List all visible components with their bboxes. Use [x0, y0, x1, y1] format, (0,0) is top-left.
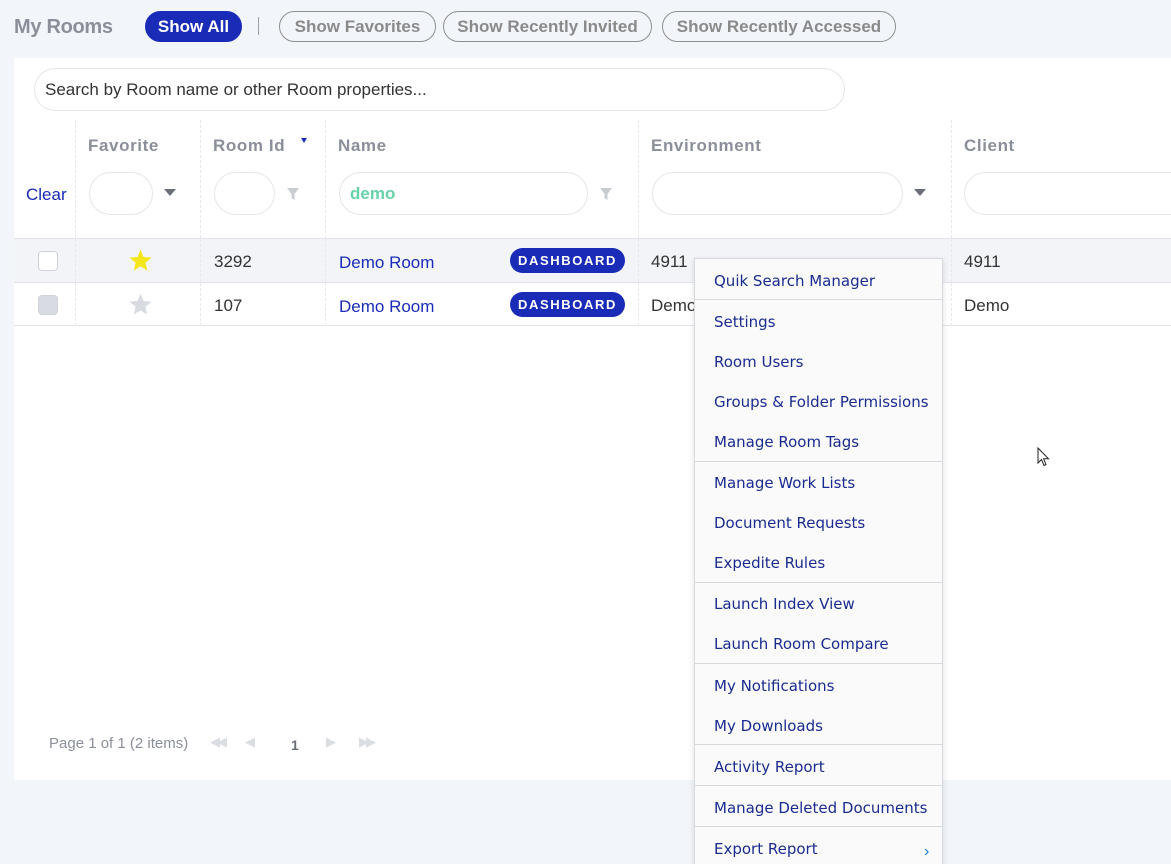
menu-item-manage-room-tags[interactable]: Manage Room Tags	[714, 433, 859, 451]
page-title: My Rooms	[14, 16, 113, 38]
first-page-icon[interactable]: ◀◀	[210, 734, 227, 750]
menu-item-manage-work-lists[interactable]: Manage Work Lists	[714, 474, 855, 492]
cell-divider	[325, 283, 326, 326]
star-icon[interactable]	[128, 248, 153, 273]
menu-item-groups-folder-permissions[interactable]: Groups & Folder Permissions	[714, 393, 929, 411]
menu-item-settings[interactable]: Settings	[714, 313, 776, 331]
chevron-right-icon: ›	[924, 843, 930, 860]
dashboard-button[interactable]: DASHBOARD	[510, 292, 625, 317]
cell-divider	[638, 283, 639, 326]
context-menu: Quik Search Manager Settings Room Users …	[694, 258, 943, 864]
next-page-icon[interactable]: ▶	[326, 734, 336, 750]
column-divider	[951, 120, 952, 238]
menu-item-launch-index-view[interactable]: Launch Index View	[714, 595, 855, 613]
menu-separator	[695, 582, 942, 583]
chevron-down-icon[interactable]	[164, 189, 176, 196]
funnel-icon[interactable]	[286, 187, 300, 201]
column-divider	[200, 120, 201, 238]
menu-item-my-downloads[interactable]: My Downloads	[714, 717, 823, 735]
menu-separator	[695, 744, 942, 745]
menu-separator	[695, 299, 942, 300]
environment-cell: Demo	[651, 296, 697, 315]
cell-divider	[75, 239, 76, 282]
menu-separator	[695, 461, 942, 462]
menu-separator	[695, 785, 942, 786]
column-header-name[interactable]: Name	[338, 136, 387, 156]
cell-divider	[325, 239, 326, 282]
cell-divider	[200, 239, 201, 282]
room-id-cell: 107	[214, 296, 243, 315]
show-recently-invited-button[interactable]: Show Recently Invited	[443, 11, 652, 42]
star-icon[interactable]	[128, 292, 153, 317]
column-divider	[638, 120, 639, 238]
page-number[interactable]: 1	[291, 737, 299, 753]
room-name-link[interactable]: Demo Room	[339, 253, 434, 273]
dashboard-button[interactable]: DASHBOARD	[510, 248, 625, 273]
favorite-filter-input[interactable]	[89, 172, 153, 215]
client-cell: Demo	[964, 296, 1010, 315]
prev-page-icon[interactable]: ◀	[245, 734, 255, 750]
menu-item-export-report[interactable]: Export Report	[714, 840, 818, 858]
table-row[interactable]: 3292 Demo Room DASHBOARD 4911 4911	[14, 238, 1171, 282]
column-header-favorite[interactable]: Favorite	[88, 136, 159, 156]
show-all-button[interactable]: Show All	[145, 11, 242, 42]
clear-filters-link[interactable]: Clear	[26, 185, 67, 205]
table-row[interactable]: 107 Demo Room DASHBOARD Demo Demo	[14, 282, 1171, 326]
menu-item-room-users[interactable]: Room Users	[714, 353, 804, 371]
sort-descending-icon	[301, 138, 307, 143]
client-cell: 4911	[964, 252, 1001, 271]
row-checkbox[interactable]	[38, 295, 58, 315]
mouse-cursor-icon	[1037, 447, 1050, 467]
client-filter-input[interactable]	[964, 172, 1171, 215]
menu-separator	[695, 663, 942, 664]
environment-cell: 4911	[651, 252, 688, 271]
funnel-icon[interactable]	[599, 187, 613, 201]
pager-info: Page 1 of 1 (2 items)	[49, 735, 189, 752]
menu-item-quik-search-manager[interactable]: Quik Search Manager	[714, 272, 875, 290]
cell-divider	[951, 239, 952, 282]
cell-divider	[200, 283, 201, 326]
room-name-link[interactable]: Demo Room	[339, 297, 434, 317]
menu-item-launch-room-compare[interactable]: Launch Room Compare	[714, 635, 889, 653]
room-id-filter-input[interactable]	[214, 172, 275, 215]
menu-item-expedite-rules[interactable]: Expedite Rules	[714, 554, 825, 572]
row-checkbox[interactable]	[38, 251, 58, 271]
cell-divider	[951, 283, 952, 326]
column-header-environment[interactable]: Environment	[651, 136, 762, 156]
menu-item-my-notifications[interactable]: My Notifications	[714, 677, 834, 695]
menu-item-document-requests[interactable]: Document Requests	[714, 514, 865, 532]
column-header-client[interactable]: Client	[964, 136, 1015, 156]
show-recently-accessed-button[interactable]: Show Recently Accessed	[662, 11, 896, 42]
cell-divider	[638, 239, 639, 282]
rooms-panel	[14, 58, 1171, 780]
column-divider	[75, 120, 76, 238]
room-id-cell: 3292	[214, 252, 252, 271]
cell-divider	[75, 283, 76, 326]
column-header-room-id[interactable]: Room Id	[213, 136, 285, 156]
menu-separator	[695, 826, 942, 827]
filter-bar: My Rooms Show All Show Favorites Show Re…	[0, 0, 1171, 56]
divider	[258, 17, 259, 35]
menu-item-manage-deleted-documents[interactable]: Manage Deleted Documents	[714, 799, 927, 817]
column-divider	[325, 120, 326, 238]
environment-filter-input[interactable]	[652, 172, 903, 215]
search-input[interactable]	[34, 68, 845, 111]
show-favorites-button[interactable]: Show Favorites	[279, 11, 436, 42]
last-page-icon[interactable]: ▶▶	[359, 734, 376, 750]
menu-item-activity-report[interactable]: Activity Report	[714, 758, 825, 776]
chevron-down-icon[interactable]	[914, 189, 926, 196]
name-filter-input[interactable]	[339, 172, 588, 215]
